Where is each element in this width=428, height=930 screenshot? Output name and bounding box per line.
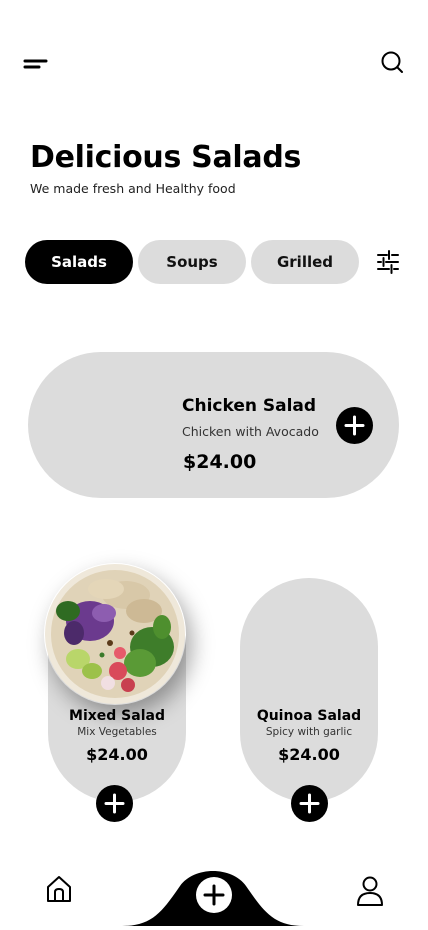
featured-product-name: Chicken Salad [182,396,317,416]
home-icon[interactable] [44,874,74,904]
tab-grilled[interactable]: Grilled [251,240,359,284]
product-card-quinoa-salad[interactable] [240,578,378,802]
product-description: Mix Vegetables [77,726,157,738]
add-quinoa-salad-button[interactable] [291,785,328,822]
product-price: $24.00 [278,745,340,764]
add-mixed-salad-button[interactable] [96,785,133,822]
search-icon[interactable] [378,48,406,76]
featured-product-description: Chicken with Avocado [182,424,319,439]
tab-soups[interactable]: Soups [138,240,246,284]
product-name: Quinoa Salad [256,708,362,724]
plus-circle-icon[interactable] [196,877,232,913]
product-description: Spicy with garlic [265,726,353,738]
filter-sliders-icon[interactable] [374,248,402,276]
mixed-salad-image [44,563,186,705]
product-name: Mixed Salad [69,708,165,724]
tab-salads[interactable]: Salads [25,240,133,284]
page-title: Delicious Salads [30,140,302,175]
hamburger-menu-icon[interactable] [22,56,50,72]
user-icon[interactable] [355,875,385,907]
featured-add-to-cart-button[interactable] [336,407,373,444]
page-subtitle: We made fresh and Healthy food [30,181,236,196]
featured-product-price: $24.00 [183,451,257,473]
product-price: $24.00 [86,745,148,764]
